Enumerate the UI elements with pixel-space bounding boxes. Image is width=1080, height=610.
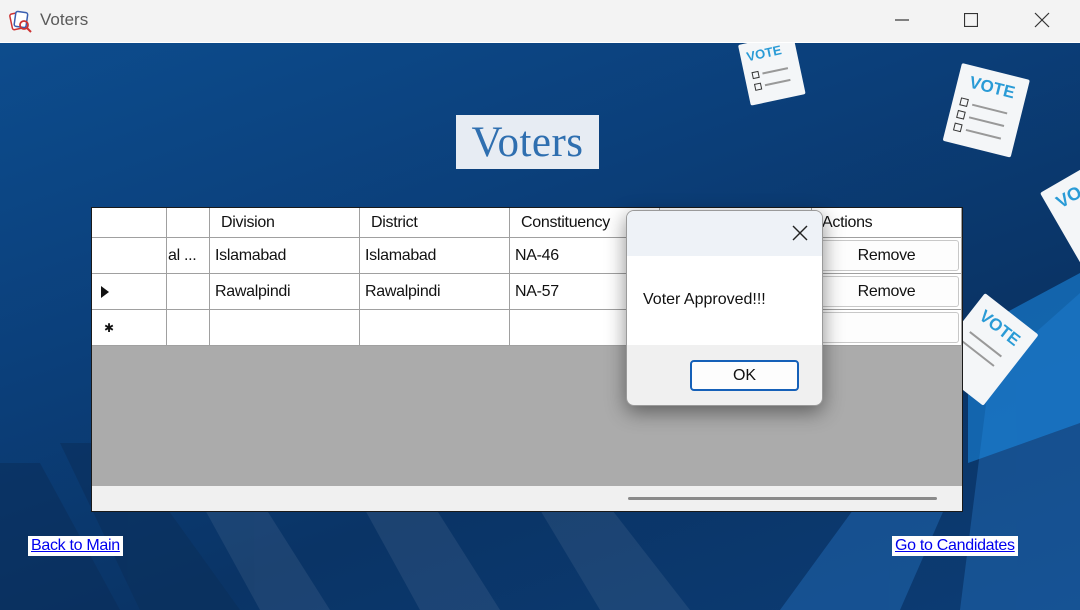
message-dialog: Voter Approved!!! OK xyxy=(626,210,823,406)
close-button[interactable] xyxy=(1012,0,1072,40)
column-header-district[interactable]: District xyxy=(360,208,510,238)
voters-grid[interactable]: Division District Constituency Actions a… xyxy=(91,207,963,512)
scrollbar-thumb[interactable] xyxy=(628,497,937,500)
table-cell-actions: Remove xyxy=(812,238,962,274)
dialog-close-button[interactable] xyxy=(788,221,812,245)
close-icon xyxy=(792,225,808,241)
current-row-arrow-icon xyxy=(101,285,109,298)
table-cell-division[interactable]: Rawalpindi xyxy=(210,274,360,310)
dialog-body: Voter Approved!!! xyxy=(627,256,822,345)
new-row-star-icon: ✱ xyxy=(104,320,114,335)
row-header[interactable] xyxy=(92,274,167,310)
vote-paper-3: VO xyxy=(1040,158,1080,266)
grid-corner-header[interactable] xyxy=(92,208,167,238)
window-title: Voters xyxy=(40,10,89,29)
column-header-actions[interactable]: Actions xyxy=(812,208,962,238)
ok-button[interactable]: OK xyxy=(690,360,799,391)
minimize-button[interactable] xyxy=(872,0,932,40)
page-title-text: Voters xyxy=(471,118,584,166)
minimize-icon xyxy=(895,19,909,21)
table-cell-division[interactable]: Islamabad xyxy=(210,238,360,274)
dialog-message: Voter Approved!!! xyxy=(643,291,766,308)
row-header[interactable] xyxy=(92,238,167,274)
remove-button[interactable] xyxy=(814,312,959,343)
row-header[interactable]: ✱ xyxy=(92,310,167,346)
remove-button[interactable]: Remove xyxy=(814,240,959,271)
table-cell-division[interactable] xyxy=(210,310,360,346)
remove-button[interactable]: Remove xyxy=(814,276,959,307)
go-to-candidates-link[interactable]: Go to Candidates xyxy=(892,536,1018,556)
maximize-button[interactable] xyxy=(941,0,1001,40)
page-title: Voters xyxy=(456,115,599,169)
table-cell-actions: Remove xyxy=(812,274,962,310)
column-header[interactable] xyxy=(167,208,210,238)
table-cell-district[interactable]: Islamabad xyxy=(360,238,510,274)
title-bar: Voters xyxy=(0,0,1080,42)
table-cell[interactable] xyxy=(167,310,210,346)
client-area: VOTE VOTE VO VOTE Voters Division Distri… xyxy=(0,43,1080,610)
table-cell-district[interactable] xyxy=(360,310,510,346)
vote-paper-1: VOTE xyxy=(738,43,806,106)
close-icon xyxy=(1034,12,1050,28)
maximize-icon xyxy=(964,13,978,27)
table-cell-actions xyxy=(812,310,962,346)
back-to-main-link[interactable]: Back to Main xyxy=(28,536,123,556)
column-header-division[interactable]: Division xyxy=(210,208,360,238)
vote-paper-2: VOTE xyxy=(943,63,1030,158)
table-cell-district[interactable]: Rawalpindi xyxy=(360,274,510,310)
table-cell[interactable] xyxy=(167,274,210,310)
ballot-icon xyxy=(9,9,33,33)
horizontal-scrollbar[interactable] xyxy=(92,486,962,511)
table-cell[interactable]: al ... xyxy=(167,238,210,274)
